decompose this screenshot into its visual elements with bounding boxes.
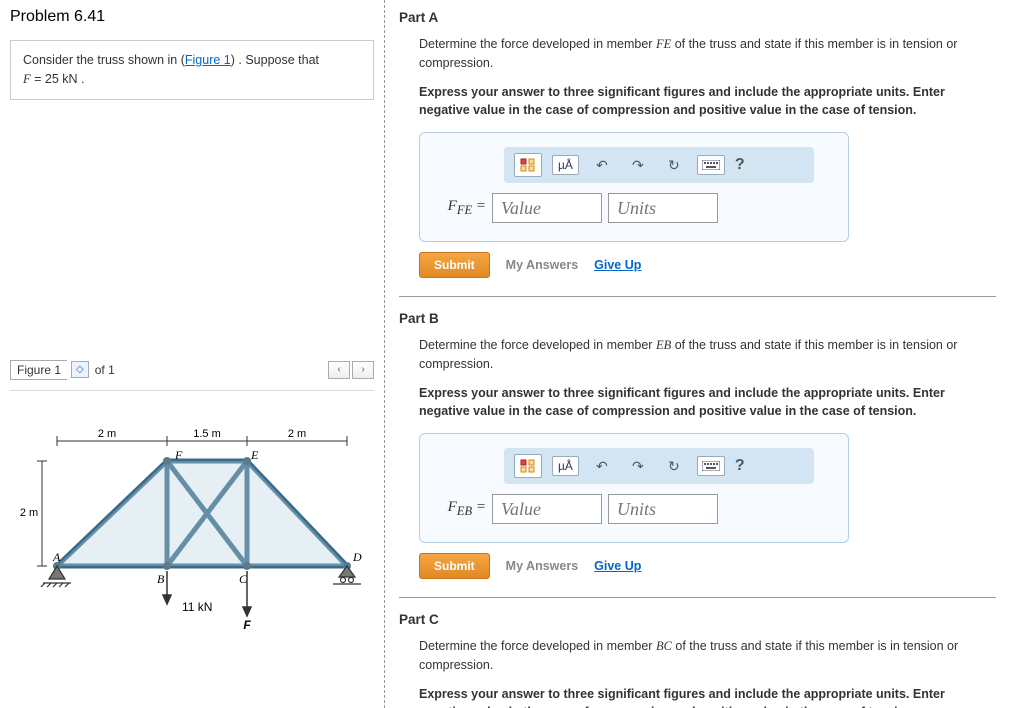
load-label: F <box>243 618 251 632</box>
figure-navigation-bar: Figure 1 ◇ of 1 ‹ › <box>10 360 374 380</box>
problem-title: Problem 6.41 <box>10 8 374 26</box>
node-label: A <box>52 550 61 564</box>
submit-row: Submit My Answers Give Up <box>419 553 996 579</box>
consider-text-pre: Consider the truss shown in ( <box>23 53 185 67</box>
dim-label: 2 m <box>288 428 306 440</box>
answer-box: µÅ ↶ ↷ ↻ ? FEB = <box>419 433 849 543</box>
fraction-icon <box>520 158 536 172</box>
answer-toolbar: µÅ ↶ ↷ ↻ ? <box>504 147 814 183</box>
answer-variable-label: FFE = <box>434 198 486 218</box>
node-label: E <box>250 448 259 462</box>
keyboard-icon[interactable] <box>697 155 725 175</box>
dim-label: 1.5 m <box>193 428 221 440</box>
part-description: Determine the force developed in member … <box>419 35 996 73</box>
undo-icon[interactable]: ↶ <box>589 454 615 478</box>
figure-link[interactable]: Figure 1 <box>185 53 231 67</box>
units-picker-button[interactable]: µÅ <box>552 155 579 175</box>
truss-svg: 2 m 1.5 m 2 m 2 m <box>17 411 367 641</box>
part-b: Part B Determine the force developed in … <box>399 311 996 579</box>
figure-next-button[interactable]: › <box>352 361 374 379</box>
separator <box>399 296 996 297</box>
answer-box: µÅ ↶ ↷ ↻ ? FFE = <box>419 132 849 242</box>
reset-icon[interactable]: ↻ <box>661 153 687 177</box>
node-label: D <box>352 550 362 564</box>
part-instructions: Express your answer to three significant… <box>419 384 996 422</box>
answer-input-row: FFE = <box>434 193 834 223</box>
dim-label: 2 m <box>98 428 116 440</box>
part-description: Determine the force developed in member … <box>419 637 996 675</box>
undo-icon[interactable]: ↶ <box>589 153 615 177</box>
redo-icon[interactable]: ↷ <box>625 454 651 478</box>
part-a: Part A Determine the force developed in … <box>399 10 996 278</box>
templates-button[interactable] <box>514 153 542 177</box>
load-label: 11 kN <box>182 600 212 614</box>
answer-input-row: FEB = <box>434 494 834 524</box>
force-value: = 25 kN . <box>31 72 85 86</box>
separator <box>399 597 996 598</box>
node-label: F <box>174 448 183 462</box>
part-instructions: Express your answer to three significant… <box>419 685 996 708</box>
answer-variable-label: FEB = <box>434 499 486 519</box>
value-input[interactable] <box>492 494 602 524</box>
give-up-link[interactable]: Give Up <box>594 559 641 573</box>
node-label: B <box>157 572 165 586</box>
part-description: Determine the force developed in member … <box>419 336 996 374</box>
figure-spinner[interactable]: ◇ <box>71 361 89 378</box>
part-title: Part B <box>399 311 996 326</box>
left-panel: Problem 6.41 Consider the truss shown in… <box>0 0 385 708</box>
force-variable: F <box>23 72 31 86</box>
reset-icon[interactable]: ↻ <box>661 454 687 478</box>
submit-row: Submit My Answers Give Up <box>419 252 996 278</box>
submit-button[interactable]: Submit <box>419 553 490 579</box>
consider-text-post: ) . Suppose that <box>231 53 319 67</box>
submit-button[interactable]: Submit <box>419 252 490 278</box>
units-picker-button[interactable]: µÅ <box>552 456 579 476</box>
value-input[interactable] <box>492 193 602 223</box>
part-instructions: Express your answer to three significant… <box>419 83 996 121</box>
figure-diagram: 2 m 1.5 m 2 m 2 m <box>10 390 374 650</box>
dim-label: 2 m <box>20 507 38 519</box>
redo-icon[interactable]: ↷ <box>625 153 651 177</box>
problem-statement: Consider the truss shown in (Figure 1) .… <box>10 40 374 100</box>
templates-button[interactable] <box>514 454 542 478</box>
help-button[interactable]: ? <box>735 156 745 174</box>
right-panel: Part A Determine the force developed in … <box>385 0 1010 708</box>
figure-selector-label: Figure 1 <box>10 360 67 380</box>
figure-count: of 1 <box>95 363 115 377</box>
part-title: Part C <box>399 612 996 627</box>
part-title: Part A <box>399 10 996 25</box>
keyboard-icon[interactable] <box>697 456 725 476</box>
answer-toolbar: µÅ ↶ ↷ ↻ ? <box>504 448 814 484</box>
units-input[interactable] <box>608 193 718 223</box>
units-input[interactable] <box>608 494 718 524</box>
help-button[interactable]: ? <box>735 457 745 475</box>
figure-prev-button[interactable]: ‹ <box>328 361 350 379</box>
give-up-link[interactable]: Give Up <box>594 258 641 272</box>
my-answers-label: My Answers <box>506 559 578 573</box>
my-answers-label: My Answers <box>506 258 578 272</box>
fraction-icon <box>520 459 536 473</box>
part-c: Part C Determine the force developed in … <box>399 612 996 708</box>
